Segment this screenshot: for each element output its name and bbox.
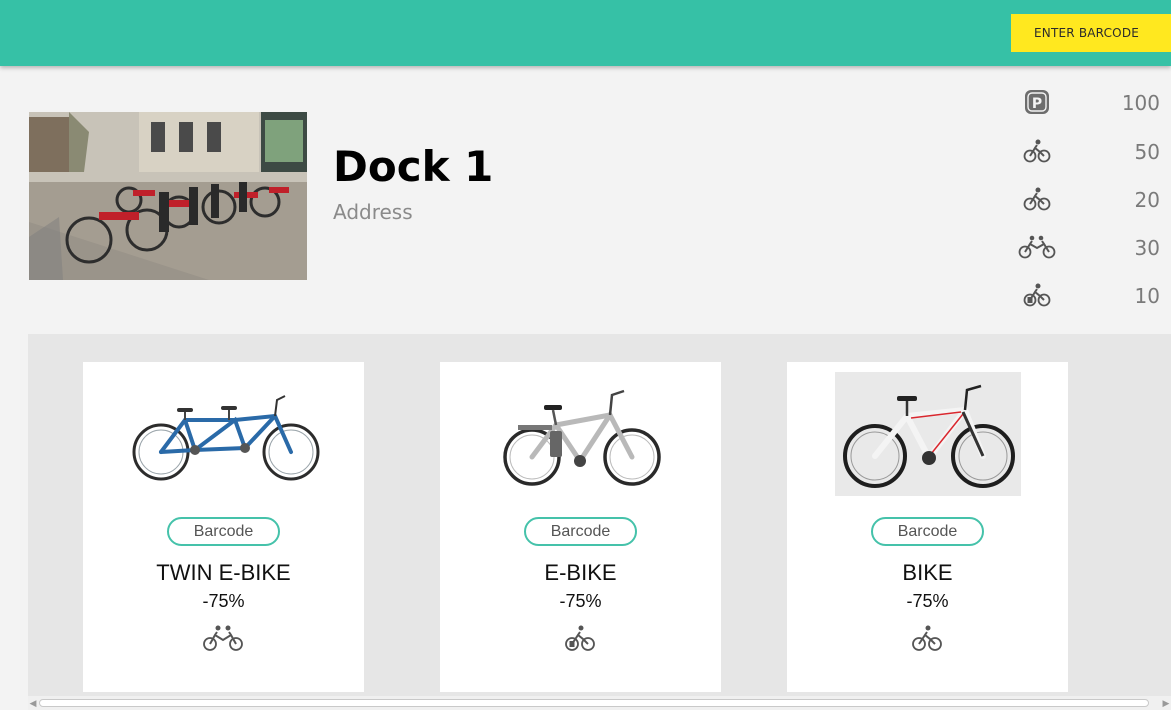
stat-value: 30 <box>1134 236 1160 260</box>
dock-photo-image <box>29 112 307 280</box>
stat-row-bike: 50 <box>1015 136 1165 166</box>
dock-address: Address <box>333 200 413 224</box>
bike-card[interactable]: Barcode TWIN E-BIKE -75% <box>83 362 364 692</box>
e-bike-image <box>482 374 678 498</box>
enter-barcode-button[interactable]: ENTER BARCODE <box>1011 14 1171 52</box>
bike-image <box>835 372 1021 496</box>
bike-card[interactable]: Barcode BIKE -75% <box>787 362 1068 692</box>
scroll-right-arrow-icon[interactable]: ▶ <box>1161 696 1171 710</box>
stat-value: 20 <box>1134 188 1160 212</box>
bike-discount: -75% <box>906 591 949 611</box>
e-bike-icon <box>1015 280 1059 310</box>
stat-row-twin-bike: 30 <box>1015 232 1165 262</box>
twin-bike-icon <box>1015 232 1059 262</box>
bike-discount: -75% <box>202 591 245 611</box>
barcode-button[interactable]: Barcode <box>871 517 984 546</box>
stat-value: 10 <box>1134 284 1160 308</box>
bike-discount: -75% <box>559 591 602 611</box>
dock-photo <box>29 112 307 280</box>
twin-bike-icon <box>198 622 248 654</box>
scrollbar-thumb[interactable] <box>39 699 1149 707</box>
bike-icon <box>1015 136 1059 166</box>
dock-title: Dock 1 <box>333 142 494 191</box>
e-bike-icon <box>555 622 605 654</box>
scroll-left-arrow-icon[interactable]: ◀ <box>28 696 38 710</box>
bike-icon <box>902 622 952 654</box>
stat-row-e-bike: 10 <box>1015 280 1165 310</box>
bike-name: BIKE <box>902 560 953 585</box>
stat-row-bike-2: 20 <box>1015 184 1165 214</box>
stat-row-parking: P 100 <box>1015 87 1165 117</box>
bike-icon <box>1015 184 1059 214</box>
bike-name: E-BIKE <box>544 560 617 585</box>
horizontal-scrollbar[interactable]: ◀ ▶ <box>28 696 1171 710</box>
bike-cards-area: Barcode TWIN E-BIKE -75% Barcode E-BIKE … <box>28 334 1171 696</box>
stat-value: 50 <box>1134 140 1160 164</box>
twin-e-bike-image <box>125 374 321 498</box>
svg-text:P: P <box>1032 96 1042 112</box>
bike-name: TWIN E-BIKE <box>156 560 291 585</box>
parking-icon: P <box>1015 87 1059 117</box>
bike-card[interactable]: Barcode E-BIKE -75% <box>440 362 721 692</box>
barcode-button[interactable]: Barcode <box>524 517 637 546</box>
top-bar: ENTER BARCODE <box>0 0 1171 66</box>
barcode-button[interactable]: Barcode <box>167 517 280 546</box>
stat-value: 100 <box>1121 91 1160 115</box>
